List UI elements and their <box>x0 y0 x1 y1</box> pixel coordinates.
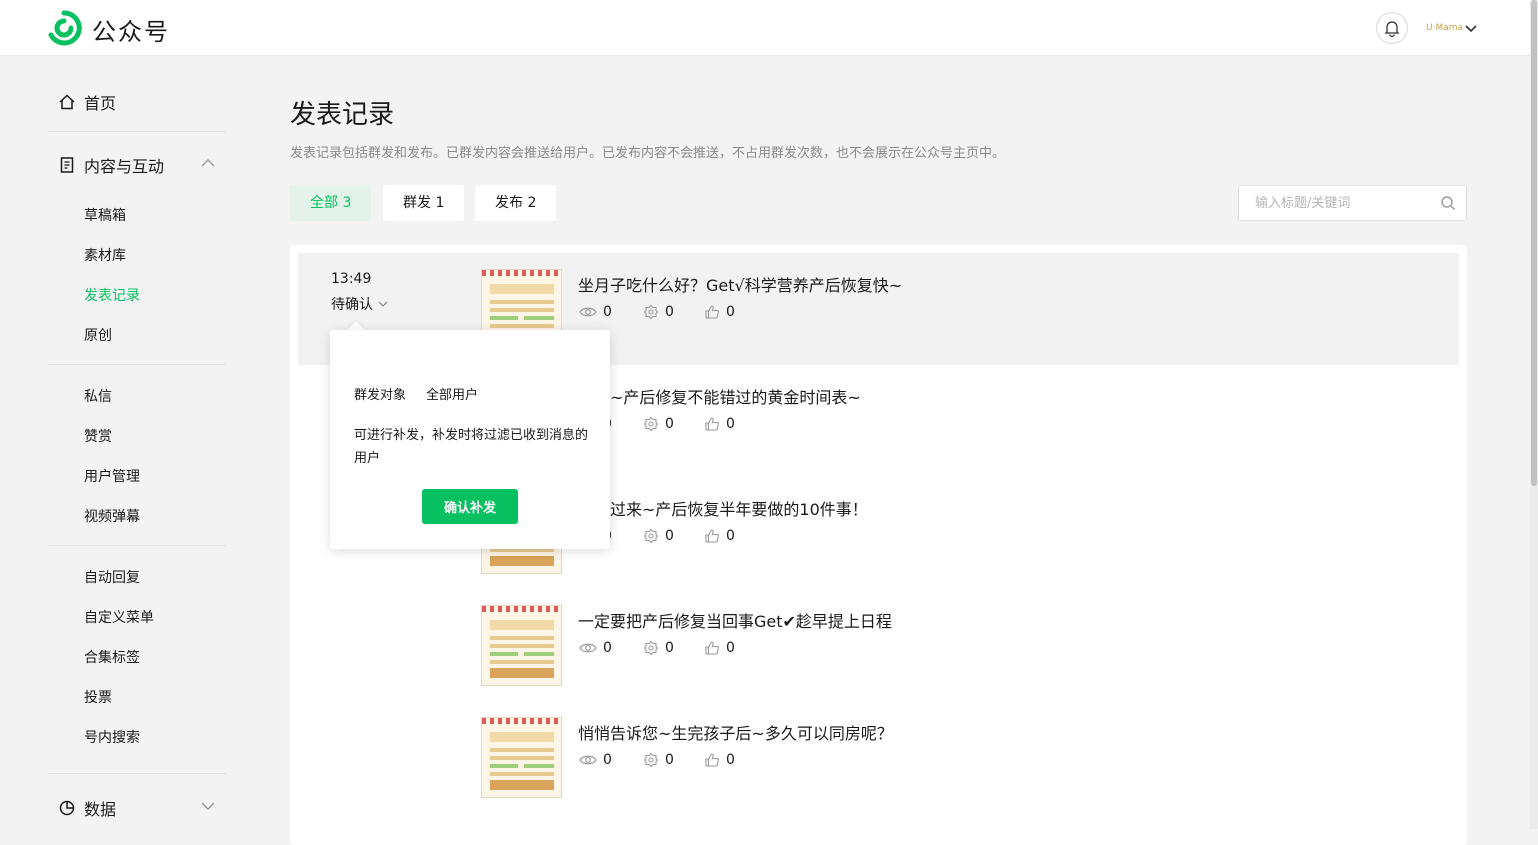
record-time: 13:49 <box>331 271 372 287</box>
document-icon <box>60 157 74 173</box>
sidebar-item-label: 首页 <box>84 94 117 113</box>
popover-note: 可进行补发，补发时将过滤已收到消息的用户 <box>354 428 589 466</box>
eye-icon <box>579 753 597 767</box>
chevron-up-icon[interactable] <box>200 155 216 171</box>
divider <box>48 364 226 365</box>
shares-stat: 0 <box>643 528 674 544</box>
shares-stat: 0 <box>643 416 674 432</box>
sidebar-item-drafts[interactable]: 草稿箱 <box>84 205 126 225</box>
stat-value: 0 <box>726 304 735 320</box>
sidebar-item-user-management[interactable]: 用户管理 <box>84 466 140 486</box>
share-icon <box>643 752 659 768</box>
avatar[interactable]: U·Mama <box>1426 18 1463 38</box>
confirm-resend-button[interactable]: 确认补发 <box>422 489 518 524</box>
thumbs-up-icon <box>704 528 720 544</box>
likes-stat: 0 <box>704 528 735 544</box>
article-thumbnail[interactable] <box>481 717 562 798</box>
shares-stat: 0 <box>643 304 674 320</box>
popover-target-label: 群发对象 <box>354 388 407 403</box>
sidebar-item-video-danmaku[interactable]: 视频弹幕 <box>84 506 140 526</box>
share-icon <box>643 304 659 320</box>
stat-value: 0 <box>726 752 735 768</box>
tab-all[interactable]: 全部 3 <box>290 185 372 221</box>
likes-stat: 0 <box>704 416 735 432</box>
wechat-mp-logo-icon[interactable] <box>46 10 82 46</box>
shares-stat: 0 <box>643 640 674 656</box>
chevron-down-icon[interactable] <box>1464 21 1478 35</box>
divider <box>48 131 226 132</box>
sidebar-group-label: 数据 <box>84 800 117 819</box>
sidebar-item-materials[interactable]: 素材库 <box>84 245 126 265</box>
share-icon <box>643 416 659 432</box>
thumbs-up-icon <box>704 752 720 768</box>
sidebar-item-custom-menu[interactable]: 自定义菜单 <box>84 607 154 627</box>
sidebar-item-rewards[interactable]: 赞赏 <box>84 426 112 446</box>
record-status-dropdown[interactable]: 待确认 <box>331 294 389 314</box>
article-title[interactable]: 一定要把产后修复当回事Get✔趁早提上日程 <box>578 608 892 632</box>
stat-value: 0 <box>665 640 674 656</box>
shares-stat: 0 <box>643 752 674 768</box>
search-box <box>1238 185 1467 221</box>
sidebar-item-publish-records[interactable]: 发表记录 <box>84 285 140 305</box>
stat-value: 0 <box>603 752 612 768</box>
share-icon <box>643 528 659 544</box>
stat-value: 0 <box>665 416 674 432</box>
stat-value: 0 <box>665 528 674 544</box>
record-status: 待确认 <box>331 297 373 313</box>
stat-value: 0 <box>726 416 735 432</box>
eye-icon <box>579 305 597 319</box>
tab-publish[interactable]: 发布 2 <box>475 185 557 221</box>
views-stat: 0 <box>579 752 612 768</box>
pie-chart-icon <box>59 800 75 816</box>
search-icon[interactable] <box>1440 195 1456 211</box>
home-icon <box>59 94 75 110</box>
divider <box>48 773 226 774</box>
likes-stat: 0 <box>704 752 735 768</box>
notification-bell-icon[interactable] <box>1376 12 1408 44</box>
sidebar-group-label: 内容与互动 <box>84 157 165 176</box>
stat-value: 0 <box>726 640 735 656</box>
scrollbar-thumb[interactable] <box>1531 0 1537 486</box>
sidebar-item-collection-tags[interactable]: 合集标签 <box>84 647 140 667</box>
chevron-down-icon <box>378 301 388 307</box>
article-title[interactable]: 坐月子吃什么好？Get√科学营养产后恢复快~ <box>578 272 902 296</box>
resend-popover: 群发对象 全部用户 可进行补发，补发时将过滤已收到消息的用户 确认补发 <box>330 330 610 549</box>
chevron-down-icon[interactable] <box>200 798 216 814</box>
article-title[interactable]: 们看过来~产后恢复半年要做的10件事！ <box>578 496 868 520</box>
sidebar-group-data[interactable]: 数据 <box>58 796 215 820</box>
sidebar-item-vote[interactable]: 投票 <box>84 687 112 707</box>
brand-title[interactable]: 公众号 <box>92 12 170 47</box>
sidebar-group-content[interactable]: 内容与互动 <box>58 153 215 177</box>
stat-value: 0 <box>665 304 674 320</box>
thumbs-up-icon <box>704 416 720 432</box>
stat-value: 0 <box>665 752 674 768</box>
eye-icon <box>579 641 597 655</box>
stat-value: 0 <box>603 640 612 656</box>
sidebar-item-home[interactable]: 首页 <box>58 90 116 114</box>
thumbs-up-icon <box>704 304 720 320</box>
page-title: 发表记录 <box>290 100 395 130</box>
article-title[interactable]: 专属~产后修复不能错过的黄金时间表~ <box>578 384 861 408</box>
sidebar-item-auto-reply[interactable]: 自动回复 <box>84 567 140 587</box>
likes-stat: 0 <box>704 640 735 656</box>
share-icon <box>643 640 659 656</box>
views-stat: 0 <box>579 304 612 320</box>
page-description: 发表记录包括群发和发布。已群发内容会推送给用户。已发布内容不会推送，不占用群发次… <box>290 146 1006 161</box>
likes-stat: 0 <box>704 304 735 320</box>
article-title[interactable]: 悄悄告诉您~生完孩子后~多久可以同房呢？ <box>578 720 893 744</box>
search-input[interactable] <box>1239 186 1429 220</box>
sidebar-item-inner-search[interactable]: 号内搜索 <box>84 727 140 747</box>
top-bar: 公众号 U·Mama <box>0 0 1530 56</box>
sidebar-item-original[interactable]: 原创 <box>84 325 112 345</box>
stat-value: 0 <box>603 304 612 320</box>
thumbs-up-icon <box>704 640 720 656</box>
popover-target-value: 全部用户 <box>426 388 479 403</box>
views-stat: 0 <box>579 640 612 656</box>
tab-mass-send[interactable]: 群发 1 <box>383 185 465 221</box>
divider <box>48 545 226 546</box>
article-thumbnail[interactable] <box>481 605 562 686</box>
sidebar-item-messages[interactable]: 私信 <box>84 386 112 406</box>
stat-value: 0 <box>726 528 735 544</box>
